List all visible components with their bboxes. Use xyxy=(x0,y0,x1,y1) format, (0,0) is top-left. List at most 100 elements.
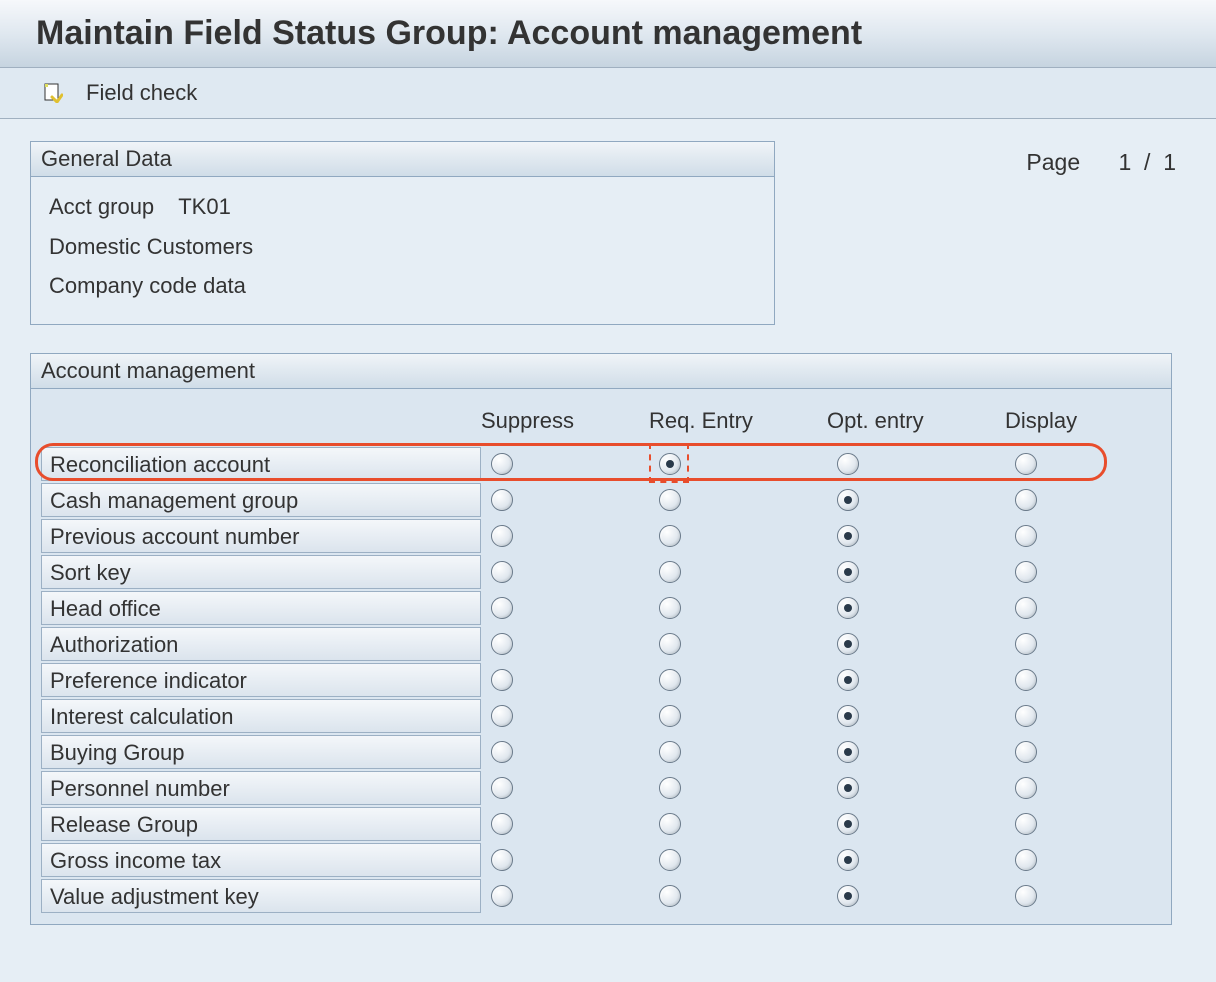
radio-cell xyxy=(649,482,827,518)
radio-option[interactable] xyxy=(837,561,859,583)
radio-option[interactable] xyxy=(1015,633,1037,655)
toolbar: Field check xyxy=(0,68,1216,119)
radio-cell xyxy=(827,482,1005,518)
radio-option[interactable] xyxy=(491,777,513,799)
radio-option[interactable] xyxy=(837,597,859,619)
field-label: Gross income tax xyxy=(41,843,481,877)
radio-option[interactable] xyxy=(837,669,859,691)
radio-option[interactable] xyxy=(1015,885,1037,907)
radio-cell xyxy=(481,554,649,590)
account-management-title: Account management xyxy=(31,354,1171,389)
radio-option[interactable] xyxy=(1015,669,1037,691)
general-data-title: General Data xyxy=(31,142,774,177)
radio-cell xyxy=(481,806,649,842)
radio-cell xyxy=(827,806,1005,842)
radio-option[interactable] xyxy=(491,489,513,511)
radio-option[interactable] xyxy=(491,705,513,727)
radio-option[interactable] xyxy=(837,885,859,907)
radio-option[interactable] xyxy=(491,741,513,763)
radio-cell xyxy=(1005,842,1125,878)
radio-cell xyxy=(1005,554,1125,590)
radio-option[interactable] xyxy=(659,489,681,511)
radio-cell xyxy=(649,446,827,482)
radio-option[interactable] xyxy=(659,669,681,691)
column-header-display: Display xyxy=(1005,397,1125,447)
radio-cell xyxy=(1005,878,1125,914)
page-indicator: Page 1 / 1 xyxy=(1026,141,1186,176)
radio-option[interactable] xyxy=(659,453,681,475)
radio-option[interactable] xyxy=(659,597,681,619)
radio-option[interactable] xyxy=(491,849,513,871)
radio-option[interactable] xyxy=(837,705,859,727)
radio-option[interactable] xyxy=(1015,849,1037,871)
data-level-label: Company code data xyxy=(49,266,756,306)
radio-option[interactable] xyxy=(837,813,859,835)
radio-option[interactable] xyxy=(491,561,513,583)
radio-option[interactable] xyxy=(491,597,513,619)
radio-option[interactable] xyxy=(491,885,513,907)
radio-cell xyxy=(827,698,1005,734)
radio-option[interactable] xyxy=(1015,453,1037,475)
radio-option[interactable] xyxy=(1015,741,1037,763)
radio-cell xyxy=(1005,626,1125,662)
radio-option[interactable] xyxy=(837,453,859,475)
radio-option[interactable] xyxy=(837,777,859,799)
radio-option[interactable] xyxy=(1015,777,1037,799)
radio-option[interactable] xyxy=(491,813,513,835)
radio-cell xyxy=(649,770,827,806)
radio-option[interactable] xyxy=(837,525,859,547)
radio-option[interactable] xyxy=(491,453,513,475)
radio-option[interactable] xyxy=(491,669,513,691)
field-label: Previous account number xyxy=(41,519,481,553)
radio-cell xyxy=(827,446,1005,482)
field-label: Authorization xyxy=(41,627,481,661)
column-header-req-entry: Req. Entry xyxy=(649,397,827,447)
radio-cell xyxy=(649,878,827,914)
radio-option[interactable] xyxy=(659,885,681,907)
radio-option[interactable] xyxy=(659,813,681,835)
radio-option[interactable] xyxy=(659,849,681,871)
radio-cell xyxy=(649,626,827,662)
radio-cell xyxy=(827,734,1005,770)
radio-cell xyxy=(649,698,827,734)
radio-cell xyxy=(1005,482,1125,518)
radio-option[interactable] xyxy=(1015,813,1037,835)
radio-option[interactable] xyxy=(837,849,859,871)
field-check-button[interactable]: Field check xyxy=(86,80,197,106)
radio-cell xyxy=(649,806,827,842)
radio-cell xyxy=(827,662,1005,698)
field-label: Interest calculation xyxy=(41,699,481,733)
radio-cell xyxy=(649,518,827,554)
general-data-panel: General Data Acct group TK01 Domestic Cu… xyxy=(30,141,775,325)
radio-option[interactable] xyxy=(659,705,681,727)
field-check-icon[interactable] xyxy=(42,82,64,104)
radio-cell xyxy=(1005,518,1125,554)
radio-cell xyxy=(649,842,827,878)
radio-option[interactable] xyxy=(1015,525,1037,547)
field-label: Sort key xyxy=(41,555,481,589)
radio-cell xyxy=(827,554,1005,590)
radio-option[interactable] xyxy=(1015,489,1037,511)
radio-cell xyxy=(1005,662,1125,698)
radio-option[interactable] xyxy=(659,525,681,547)
radio-option[interactable] xyxy=(659,561,681,583)
radio-cell xyxy=(827,770,1005,806)
radio-option[interactable] xyxy=(659,777,681,799)
radio-option[interactable] xyxy=(1015,597,1037,619)
radio-option[interactable] xyxy=(837,741,859,763)
radio-option[interactable] xyxy=(659,633,681,655)
field-label: Release Group xyxy=(41,807,481,841)
field-label: Reconciliation account xyxy=(41,447,481,481)
radio-option[interactable] xyxy=(837,633,859,655)
radio-cell xyxy=(481,590,649,626)
radio-cell xyxy=(481,518,649,554)
radio-option[interactable] xyxy=(491,525,513,547)
radio-option[interactable] xyxy=(659,741,681,763)
radio-cell xyxy=(1005,770,1125,806)
radio-cell xyxy=(649,662,827,698)
radio-option[interactable] xyxy=(837,489,859,511)
radio-option[interactable] xyxy=(491,633,513,655)
radio-option[interactable] xyxy=(1015,705,1037,727)
page-title: Maintain Field Status Group: Account man… xyxy=(0,0,1216,68)
radio-option[interactable] xyxy=(1015,561,1037,583)
